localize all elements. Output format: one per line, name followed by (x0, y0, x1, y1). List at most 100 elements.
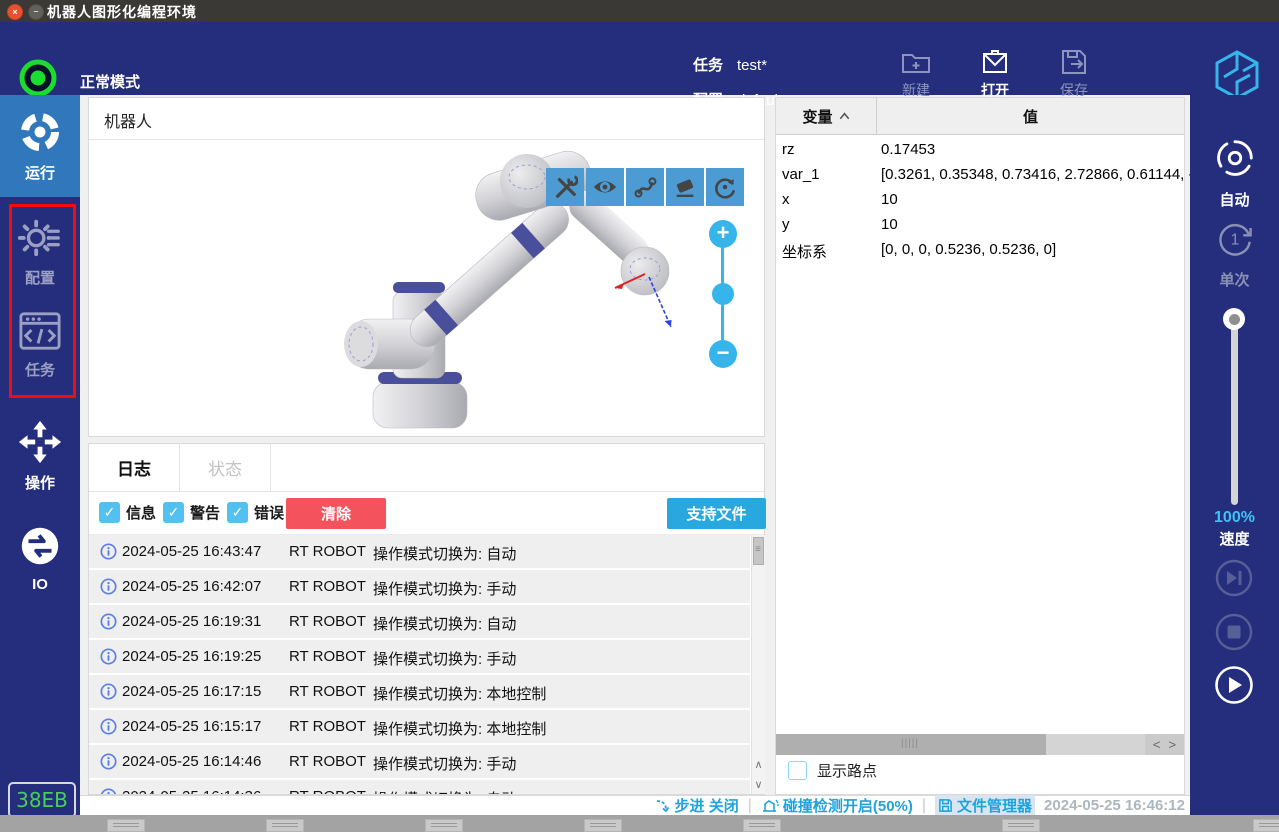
sidebar-item-operate[interactable]: 操作 (0, 410, 80, 502)
speed-value: 100% (1214, 509, 1255, 526)
speed-slider-knob[interactable] (1223, 308, 1245, 330)
svg-text:1: 1 (1230, 232, 1239, 249)
info-icon (100, 613, 117, 630)
path-button[interactable] (626, 168, 664, 206)
info-icon (100, 578, 117, 595)
filter-warning[interactable]: 警告 (163, 502, 220, 523)
variables-header: 变量 值 (776, 98, 1184, 135)
speed-slider-track[interactable] (1231, 323, 1238, 505)
auto-mode-button[interactable]: 自动 (1190, 135, 1279, 210)
task-field[interactable]: 任务 test* (693, 54, 767, 75)
tools-button[interactable] (546, 168, 584, 206)
scrollbar-thumb[interactable] (753, 537, 764, 565)
zoom-in-button[interactable] (709, 220, 737, 248)
divider (89, 139, 764, 140)
log-row[interactable]: 2024-05-25 16:14:46 RT ROBOT 操作模式切换为: 手动 (89, 745, 750, 780)
variable-row[interactable]: var_1 [0.3261, 0.35348, 0.73416, 2.72866,… (776, 162, 1206, 187)
scroll-down-icon[interactable] (752, 774, 765, 794)
titlebar: 机器人图形化编程环境 (0, 0, 1279, 22)
log-row[interactable]: 2024-05-25 16:43:47 RT ROBOT 操作模式切换为: 自动 (89, 535, 750, 570)
desktop-icon (425, 819, 463, 832)
log-row[interactable]: 2024-05-25 16:42:07 RT ROBOT 操作模式切换为: 手动 (89, 570, 750, 605)
sidebar-item-config[interactable]: 配置 (0, 205, 80, 297)
column-variable[interactable]: 变量 (776, 98, 877, 134)
zoom-slider-knob[interactable] (712, 283, 734, 305)
status-badge: 38EB (8, 782, 76, 818)
clear-button[interactable]: 清除 (286, 498, 386, 529)
log-tabs: 日志 状态 (89, 444, 764, 492)
rotate-icon (715, 178, 736, 199)
log-panel: 日志 状态 信息 警告 错误 清除 支持文件 2024-05-25 16:4 (88, 443, 766, 795)
close-icon[interactable] (7, 4, 23, 20)
header: 正常模式 任务test* 配置default 新建 打开 (0, 22, 1279, 109)
gear-icon (17, 214, 63, 260)
log-list[interactable]: 2024-05-25 16:43:47 RT ROBOT 操作模式切换为: 自动 2… (89, 535, 750, 794)
desktop-icon (1002, 819, 1040, 832)
robot-panel-title: 机器人 (104, 114, 153, 131)
collision-toggle[interactable]: 碰撞检测开启(50%) (761, 795, 913, 816)
sidebar-item-io[interactable]: IO (0, 512, 80, 604)
sidebar-item-task[interactable]: 任务 (0, 298, 80, 392)
variables-hscrollbar[interactable]: < > (776, 734, 1184, 755)
desktop-icon (266, 819, 304, 832)
zoom-out-button[interactable] (709, 340, 737, 368)
checkbox-warning[interactable] (163, 502, 184, 523)
right-sidebar: 自动 1 单次 100% 速度 (1190, 95, 1279, 815)
show-waypoints-toggle[interactable]: 显示路点 (788, 760, 877, 781)
scroll-up-icon[interactable] (752, 754, 765, 774)
visibility-button[interactable] (586, 168, 624, 206)
scroll-left-icon[interactable]: < (1153, 737, 1161, 752)
sidebar-item-run[interactable]: 运行 (0, 95, 80, 197)
variable-row[interactable]: 坐标系 [0, 0, 0, 0.5236, 0.5236, 0] (776, 237, 1184, 262)
log-row[interactable]: 2024-05-25 16:17:15 RT ROBOT 操作模式切换为: 本地控制 (89, 675, 750, 710)
tab-status[interactable]: 状态 (180, 444, 271, 491)
save-icon (1058, 46, 1090, 78)
variables-panel: 变量 值 rz 0.17453 var_1 [0.3261, 0.35348, 0.… (775, 97, 1206, 795)
checkbox-error[interactable] (227, 502, 248, 523)
log-row[interactable]: 2024-05-25 16:15:17 RT ROBOT 操作模式切换为: 本地控制 (89, 710, 750, 745)
play-button[interactable] (1214, 665, 1254, 705)
desktop-icon (743, 819, 781, 832)
column-value[interactable]: 值 (877, 98, 1184, 134)
checkbox-info[interactable] (99, 502, 120, 523)
variable-row[interactable]: x 10 (776, 187, 1184, 212)
run-target-icon (17, 109, 63, 155)
info-icon (100, 648, 117, 665)
log-scrollbar[interactable] (751, 535, 765, 794)
eye-icon (593, 181, 617, 193)
hscrollbar-thumb[interactable] (776, 734, 1046, 755)
log-row[interactable]: 2024-05-25 16:19:25 RT ROBOT 操作模式切换为: 手动 (89, 640, 750, 675)
clock: 2024-05-25 16:46:12 (1044, 797, 1185, 814)
separator: | (921, 796, 927, 814)
separator: | (747, 796, 752, 814)
variable-row[interactable]: rz 0.17453 (776, 137, 1184, 162)
log-row[interactable]: 2024-05-25 16:19:31 RT ROBOT 操作模式切换为: 自动 (89, 605, 750, 640)
stop-button[interactable] (1214, 612, 1254, 652)
filter-info[interactable]: 信息 (99, 502, 156, 523)
checkbox-waypoints[interactable] (788, 761, 807, 780)
tab-log[interactable]: 日志 (89, 444, 180, 491)
app-window: 机器人图形化编程环境 正常模式 任务test* 配置default 新建 (0, 0, 1279, 832)
support-files-button[interactable]: 支持文件 (667, 498, 766, 529)
desktop-strip (0, 815, 1279, 832)
file-manager-button[interactable]: 文件管理器 (935, 795, 1036, 816)
info-icon (100, 718, 117, 735)
log-row[interactable]: 2024-05-25 16:14:36RT ROBOT操作模式切换为: 自动 (89, 780, 750, 794)
desktop-icon (107, 819, 145, 832)
filter-error[interactable]: 错误 (227, 502, 284, 523)
single-run-button[interactable]: 1 单次 (1190, 217, 1279, 290)
step-toggle[interactable]: 步进 关闭 (655, 795, 739, 816)
info-icon (100, 788, 117, 794)
desktop-icon (584, 819, 622, 832)
eraser-button[interactable] (666, 168, 704, 206)
robot-panel: 机器人 (88, 97, 765, 437)
step-forward-button[interactable] (1214, 558, 1254, 598)
minimize-icon[interactable] (28, 4, 44, 20)
rotate-view-button[interactable] (706, 168, 744, 206)
repeat-once-icon: 1 (1213, 217, 1257, 261)
left-sidebar: 运行 配置 任务 操作 IO 38EB (0, 95, 80, 818)
scroll-right-icon[interactable]: > (1169, 737, 1177, 752)
desktop-icon (1253, 819, 1279, 832)
info-icon (100, 543, 117, 560)
variable-row[interactable]: y 10 (776, 212, 1184, 237)
